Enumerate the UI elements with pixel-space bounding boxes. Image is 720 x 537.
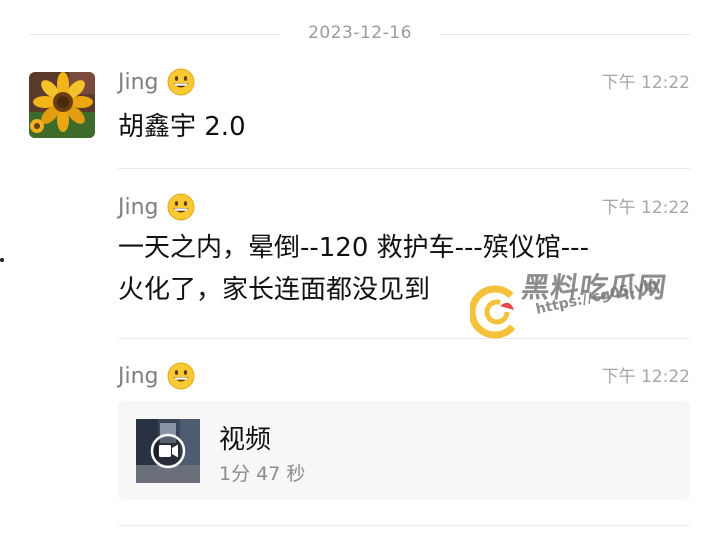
message-time: 下午 12:22 (601, 73, 690, 93)
grinning-face-icon (167, 68, 195, 96)
video-message-card[interactable]: 视频 1分 47 秒 (118, 401, 690, 500)
stray-dot (0, 258, 4, 262)
sender-row: Jing (118, 68, 195, 96)
sender-row: Jing (118, 362, 195, 390)
grinning-face-icon (167, 362, 195, 390)
divider-line (440, 34, 690, 35)
video-duration: 1分 47 秒 (219, 463, 306, 485)
message-1[interactable]: Jing 下午 12:22 胡鑫宇 2.0 (118, 68, 690, 148)
video-thumbnail[interactable] (136, 419, 200, 483)
sunflower-avatar-image (29, 72, 95, 138)
message-divider (118, 168, 690, 169)
grinning-face-icon (167, 193, 195, 221)
divider-line (30, 34, 280, 35)
message-text: 胡鑫宇 2.0 (118, 112, 246, 142)
video-title: 视频 (219, 425, 272, 455)
message-time: 下午 12:22 (601, 198, 690, 218)
message-time: 下午 12:22 (601, 367, 690, 387)
watermark: 黑料吃瓜网 https://cg05.vip (468, 246, 670, 346)
message-text-line-2: 火化了，家长连面都没见到 (118, 275, 431, 305)
video-thumbnail-image (136, 419, 200, 483)
sender-name: Jing (118, 194, 159, 220)
message-3[interactable]: Jing 下午 12:22 (118, 362, 690, 402)
message-divider (118, 525, 690, 526)
sender-name: Jing (118, 363, 159, 389)
date-label: 2023-12-16 (308, 23, 412, 43)
sender-name: Jing (118, 69, 159, 95)
sender-row: Jing (118, 193, 195, 221)
avatar[interactable] (29, 72, 95, 138)
date-separator: 2023-12-16 (0, 20, 720, 50)
